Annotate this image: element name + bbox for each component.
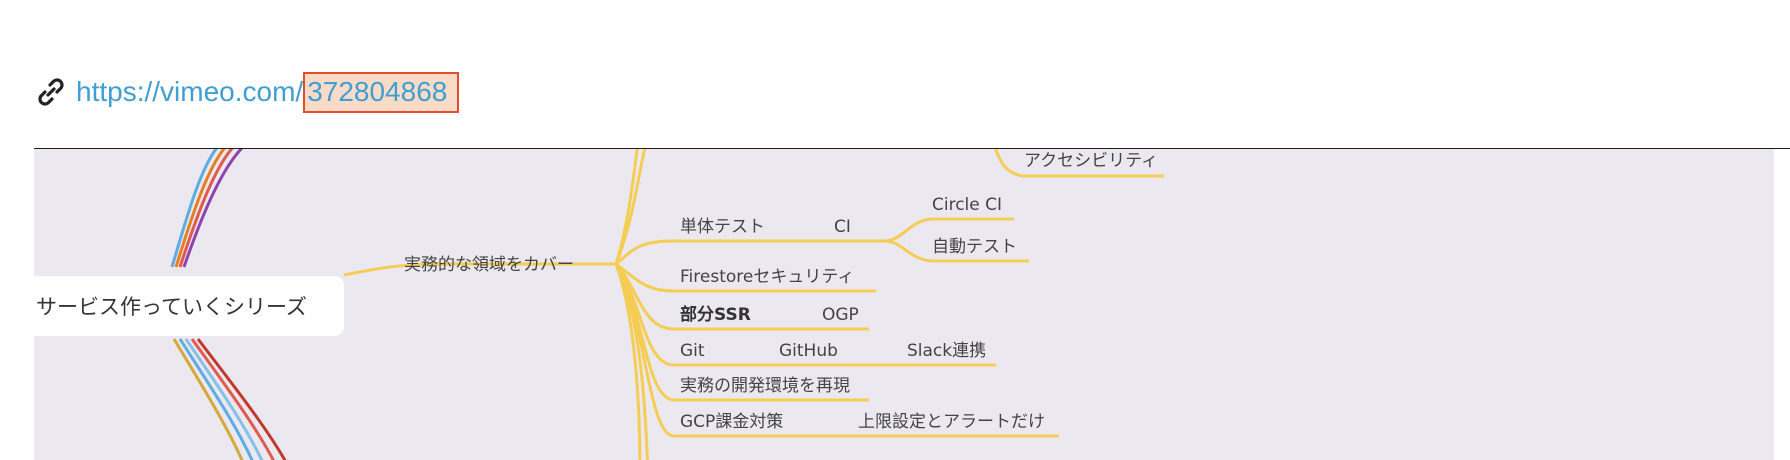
link-icon xyxy=(34,75,68,109)
mindmap-root-node[interactable]: サービス作っていくシリーズ xyxy=(34,276,344,336)
root-label: サービス作っていくシリーズ xyxy=(36,295,307,319)
node-github[interactable]: GitHub xyxy=(779,341,838,361)
node-limit-alert[interactable]: 上限設定とアラートだけ xyxy=(858,412,1045,432)
node-auto-test[interactable]: 自動テスト xyxy=(932,237,1017,257)
link-url-prefix[interactable]: https://vimeo.com/ xyxy=(76,76,303,108)
node-accessibility[interactable]: アクセシビリティ xyxy=(1024,151,1158,171)
node-firestore-security[interactable]: Firestoreセキュリティ xyxy=(680,267,854,287)
branch-node[interactable]: 実務的な領域をカバー xyxy=(404,255,574,275)
node-partial-ssr[interactable]: 部分SSR xyxy=(680,305,751,325)
highlighted-video-id[interactable]: 372804868 xyxy=(303,71,460,113)
node-unit-test[interactable]: 単体テスト xyxy=(680,217,765,237)
node-git[interactable]: Git xyxy=(680,341,705,361)
mindmap-canvas: サービス作っていくシリーズ 実務的な領域をカバー アクセシビリティ 単体テスト … xyxy=(34,149,1774,460)
node-gcp-billing[interactable]: GCP課金対策 xyxy=(680,412,783,432)
vimeo-link[interactable]: https://vimeo.com/372804868 xyxy=(76,71,460,113)
node-ogp[interactable]: OGP xyxy=(822,305,859,325)
link-row: https://vimeo.com/372804868 xyxy=(34,71,460,113)
node-circle-ci[interactable]: Circle CI xyxy=(932,195,1002,215)
node-slack[interactable]: Slack連携 xyxy=(907,341,986,361)
node-dev-env[interactable]: 実務の開発環境を再現 xyxy=(680,376,850,396)
node-ci[interactable]: CI xyxy=(834,217,851,237)
